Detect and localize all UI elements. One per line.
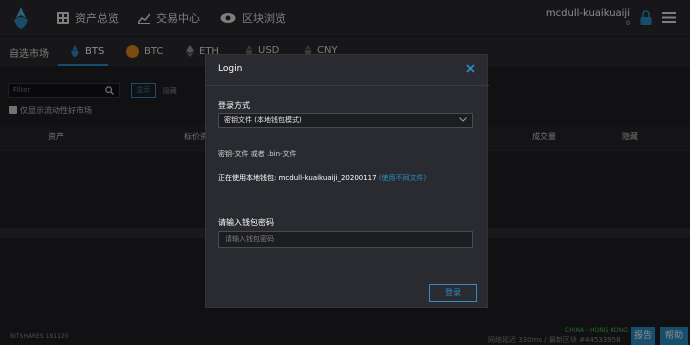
password-input[interactable]: 请输入钱包密码 <box>218 231 473 248</box>
password-label: 请输入钱包密码 <box>218 218 274 227</box>
chevron-down-icon <box>459 117 467 122</box>
use-different-file-link[interactable]: (使用不同文件) <box>379 174 426 182</box>
login-method-select[interactable]: 密钥文件 (本地钱包模式) <box>218 113 473 128</box>
current-wallet-info: 正在使用本地钱包: mcdull-kuaikuaiji_20200117 (使用… <box>218 173 426 183</box>
modal-header-divider <box>206 85 489 86</box>
login-method-label: 登录方式 <box>218 101 250 110</box>
close-icon[interactable] <box>466 64 475 73</box>
login-button[interactable]: 登录 <box>429 284 477 302</box>
modal-title: Login <box>218 64 243 74</box>
key-file-hint: 密钥-文件 或者 .bin-文件 <box>218 150 297 158</box>
current-wallet-text: 正在使用本地钱包: mcdull-kuaikuaiji_20200117 <box>218 174 377 182</box>
login-modal: Login 登录方式 密钥文件 (本地钱包模式) 密钥-文件 或者 .bin-文… <box>205 54 489 308</box>
